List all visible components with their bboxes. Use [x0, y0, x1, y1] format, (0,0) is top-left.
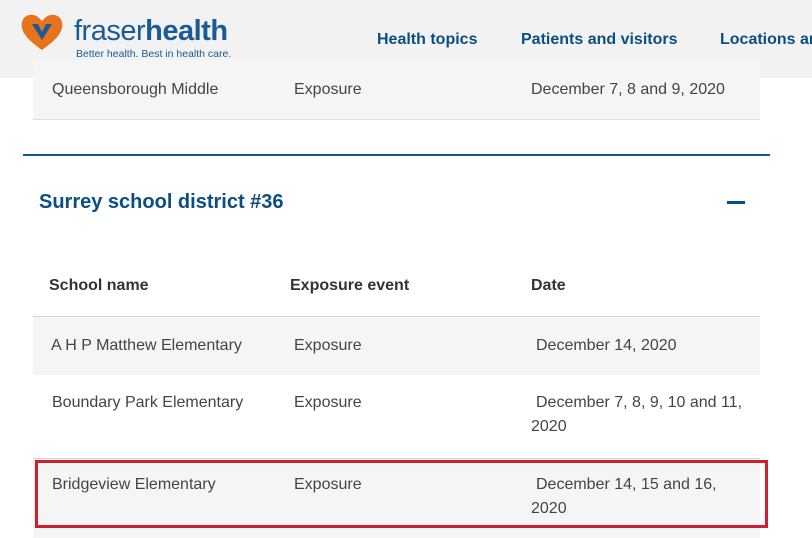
- logo-tagline: Better health. Best in health care.: [76, 48, 232, 60]
- school-name-cell: Boundary Park Elementary: [52, 394, 244, 411]
- nav-patients-and-visitors[interactable]: Patients and visitors: [521, 31, 678, 49]
- school-name-cell: Queensborough Middle: [52, 81, 219, 98]
- column-header-school-name: School name: [49, 277, 149, 294]
- exposure-event-cell: Exposure: [294, 476, 362, 493]
- table-row: A H P Matthew Elementary Exposure Decemb…: [33, 316, 760, 376]
- nav-health-topics[interactable]: Health topics: [377, 31, 477, 49]
- table-row: Queensborough Middle Exposure December 7…: [33, 60, 760, 120]
- logo-wordmark: fraserhealth: [74, 14, 228, 48]
- exposure-event-cell: Exposure: [294, 81, 362, 98]
- logo-word-fraser: fraser: [74, 15, 146, 47]
- heart-logo-icon: [21, 14, 63, 50]
- collapse-minus-icon[interactable]: [727, 201, 745, 204]
- table-row: Bridgeview Elementary Exposure December …: [33, 459, 760, 538]
- date-cell-continued: 2020: [531, 418, 567, 435]
- column-header-exposure-event: Exposure event: [290, 277, 410, 294]
- date-cell: December 7, 8 and 9, 2020: [531, 81, 725, 98]
- table-row: Boundary Park Elementary Exposure Decemb…: [33, 375, 760, 459]
- date-cell: December 14, 2020: [536, 337, 677, 354]
- date-cell: December 14, 15 and 16,: [536, 476, 717, 493]
- exposure-event-cell: Exposure: [294, 337, 362, 354]
- school-name-cell: Bridgeview Elementary: [52, 476, 216, 493]
- date-cell-continued: 2020: [531, 500, 567, 517]
- date-cell: December 7, 8, 9, 10 and 11,: [536, 394, 743, 411]
- column-header-date: Date: [531, 277, 566, 294]
- nav-locations[interactable]: Locations ar: [720, 31, 812, 49]
- section-title[interactable]: Surrey school district #36: [39, 191, 284, 214]
- fraser-health-logo[interactable]: fraserhealth Better health. Best in heal…: [16, 8, 231, 68]
- school-name-cell: A H P Matthew Elementary: [51, 337, 242, 354]
- logo-word-health: health: [145, 15, 228, 47]
- section-divider: [23, 154, 770, 156]
- exposure-event-cell: Exposure: [294, 394, 362, 411]
